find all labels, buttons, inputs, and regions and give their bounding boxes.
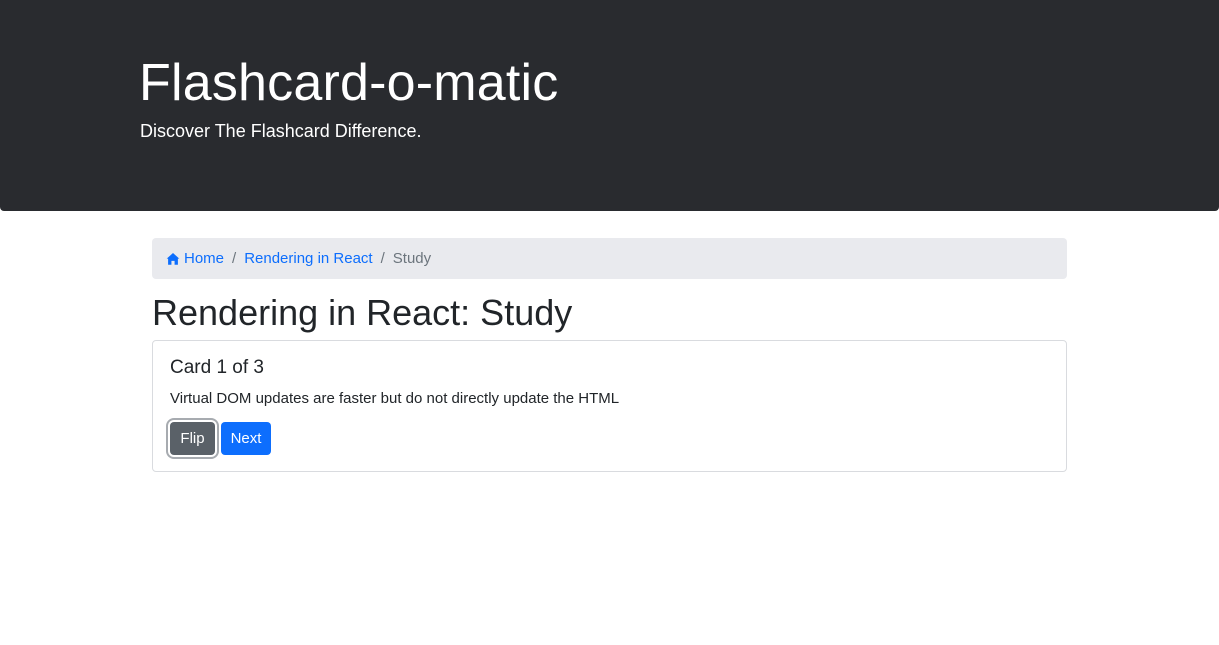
page-title: Rendering in React: Study	[152, 292, 573, 333]
card-text: Virtual DOM updates are faster but do no…	[170, 390, 620, 407]
breadcrumb-home-link[interactable]: Home	[166, 250, 224, 267]
app-subtitle: Discover The Flashcard Difference.	[140, 121, 422, 141]
app-title: Flashcard-o-matic	[139, 54, 559, 112]
breadcrumb-deck-link[interactable]: Rendering in React	[244, 250, 372, 267]
card-counter: Card 1 of 3	[170, 357, 264, 378]
next-button[interactable]: Next	[221, 422, 271, 455]
breadcrumb: Home / Rendering in React / Study	[152, 238, 1067, 279]
flashcard: Card 1 of 3 Virtual DOM updates are fast…	[152, 340, 1067, 472]
breadcrumb-separator: /	[232, 250, 237, 267]
breadcrumb-current: Study	[392, 250, 432, 267]
flip-button[interactable]: Flip	[170, 422, 215, 455]
home-icon	[166, 252, 180, 266]
header-jumbotron: Flashcard-o-matic Discover The Flashcard…	[0, 0, 1219, 211]
breadcrumb-home-label: Home	[184, 250, 225, 267]
breadcrumb-separator: /	[380, 250, 385, 267]
